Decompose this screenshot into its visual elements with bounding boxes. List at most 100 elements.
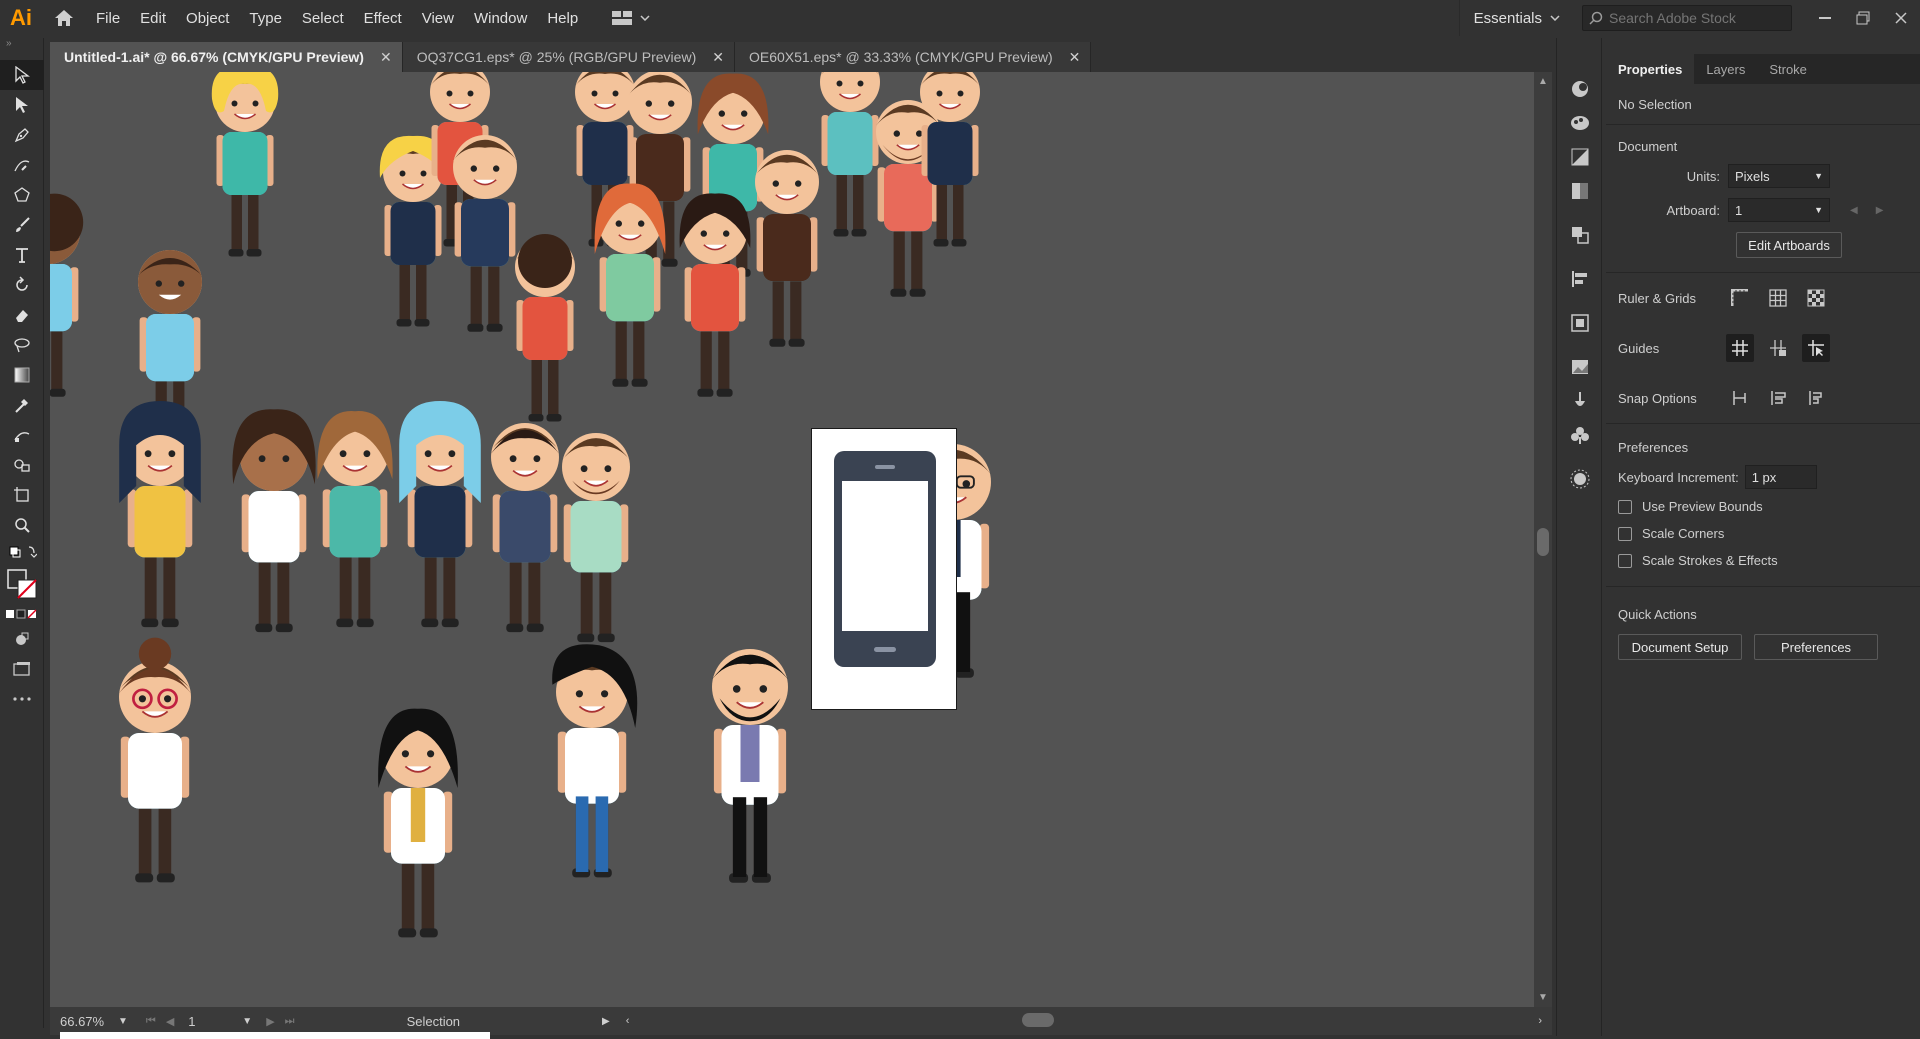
- home-icon[interactable]: [42, 0, 86, 36]
- pen-tool[interactable]: [0, 120, 44, 150]
- character[interactable]: [679, 193, 751, 398]
- gradient-tool[interactable]: [0, 360, 44, 390]
- blend-tool[interactable]: [0, 420, 44, 450]
- color-mode-buttons[interactable]: [0, 604, 44, 624]
- character[interactable]: [561, 432, 631, 643]
- pathfinder-icon[interactable]: [1557, 218, 1603, 252]
- appearance-panel-icon[interactable]: [1557, 462, 1603, 496]
- checkbox[interactable]: [1618, 526, 1632, 541]
- lock-guides-toggle[interactable]: [1764, 334, 1792, 362]
- vertical-scroll-thumb[interactable]: [1537, 528, 1549, 556]
- eyedropper-tool[interactable]: [0, 390, 44, 420]
- scale-strokes-checkbox[interactable]: Scale Strokes & Effects: [1618, 553, 1908, 568]
- color-panel-icon[interactable]: [1557, 72, 1603, 106]
- image-trace-icon[interactable]: [1557, 350, 1603, 384]
- snap-to-grid-toggle[interactable]: [1764, 384, 1792, 412]
- units-dropdown[interactable]: Pixels ▼: [1728, 164, 1830, 188]
- keyboard-increment-field[interactable]: 1 px: [1744, 465, 1817, 489]
- document-setup-button[interactable]: Document Setup: [1618, 634, 1742, 660]
- zoom-tool[interactable]: [0, 510, 44, 540]
- menu-window[interactable]: Window: [464, 0, 537, 36]
- character[interactable]: [399, 401, 481, 628]
- paintbrush-tool[interactable]: [0, 210, 44, 240]
- symbols-panel-icon[interactable]: [1557, 418, 1603, 452]
- character-illustrations[interactable]: [50, 72, 1534, 1007]
- preferences-button[interactable]: Preferences: [1754, 634, 1878, 660]
- brushes-panel-icon[interactable]: [1557, 384, 1603, 418]
- doctor-character[interactable]: [378, 708, 458, 939]
- rotate-tool[interactable]: [0, 270, 44, 300]
- tab-layers[interactable]: Layers: [1694, 54, 1757, 84]
- doctor-character[interactable]: [118, 637, 192, 884]
- horizontal-scroll-thumb[interactable]: [1022, 1013, 1054, 1027]
- status-menu-icon[interactable]: ▶: [602, 1016, 610, 1027]
- direct-selection-tool[interactable]: [0, 90, 44, 120]
- scale-corners-checkbox[interactable]: Scale Corners: [1618, 526, 1908, 541]
- grid-toggle[interactable]: [1764, 284, 1792, 312]
- next-artboard-icon[interactable]: ▶: [1876, 205, 1884, 216]
- free-transform-tool[interactable]: [0, 330, 44, 360]
- snap-to-point-toggle[interactable]: [1726, 384, 1754, 412]
- menu-help[interactable]: Help: [537, 0, 588, 36]
- first-artboard-icon[interactable]: ⏮: [146, 1015, 156, 1028]
- character[interactable]: [514, 234, 576, 423]
- symbol-sprayer-tool[interactable]: [0, 450, 44, 480]
- tab-untitled-1[interactable]: Untitled-1.ai* @ 66.67% (CMYK/GPU Previe…: [50, 42, 403, 72]
- doctor-character[interactable]: [552, 644, 638, 879]
- arrange-documents-button[interactable]: [612, 0, 650, 36]
- fill-stroke-selector[interactable]: [0, 564, 44, 604]
- tab-oq37cg1[interactable]: OQ37CG1.eps* @ 25% (RGB/GPU Preview) ✕: [402, 42, 735, 72]
- restore-button[interactable]: [1844, 0, 1882, 36]
- menu-effect[interactable]: Effect: [354, 0, 412, 36]
- previous-artboard-icon[interactable]: ◀: [166, 1015, 174, 1028]
- snap-to-pixel-toggle[interactable]: [1802, 384, 1830, 412]
- vertical-scrollbar[interactable]: ▲ ▼: [1534, 72, 1552, 1007]
- character[interactable]: [594, 183, 666, 388]
- curvature-tool[interactable]: [0, 150, 44, 180]
- workspace-switcher[interactable]: Essentials: [1458, 0, 1574, 36]
- scroll-right-icon[interactable]: ›: [1538, 1015, 1542, 1027]
- menu-file[interactable]: File: [86, 0, 130, 36]
- color-guide-icon[interactable]: [1557, 106, 1603, 140]
- character[interactable]: [119, 401, 201, 628]
- stock-search-field[interactable]: [1582, 5, 1792, 31]
- menu-edit[interactable]: Edit: [130, 0, 176, 36]
- transparency-panel-icon[interactable]: [1557, 174, 1603, 208]
- menu-type[interactable]: Type: [239, 0, 292, 36]
- fill-stroke-swap[interactable]: [0, 540, 44, 564]
- character[interactable]: [490, 422, 560, 633]
- checkbox[interactable]: [1618, 553, 1632, 568]
- collapse-toolbar-icon[interactable]: »: [0, 38, 43, 52]
- doctor-character[interactable]: [711, 648, 789, 884]
- checkbox[interactable]: [1618, 499, 1632, 514]
- close-icon[interactable]: ✕: [380, 49, 392, 66]
- menu-object[interactable]: Object: [176, 0, 239, 36]
- tab-properties[interactable]: Properties: [1606, 54, 1695, 84]
- character[interactable]: [754, 149, 820, 348]
- scroll-left-icon[interactable]: ‹: [626, 1015, 630, 1027]
- artboard-dropdown[interactable]: 1 ▼: [1728, 198, 1830, 222]
- stock-search-input[interactable]: [1609, 10, 1779, 26]
- tab-stroke[interactable]: Stroke: [1757, 54, 1819, 84]
- edit-toolbar-button[interactable]: [0, 684, 44, 714]
- next-artboard-icon[interactable]: ▶: [266, 1015, 274, 1028]
- edit-artboards-button[interactable]: Edit Artboards: [1736, 232, 1842, 258]
- zoom-level[interactable]: 66.67%: [50, 1014, 110, 1029]
- transform-panel-icon[interactable]: [1557, 306, 1603, 340]
- tab-oe60x51[interactable]: OE60X51.eps* @ 33.33% (CMYK/GPU Preview)…: [734, 42, 1092, 72]
- chevron-down-icon[interactable]: ▼: [118, 1016, 128, 1027]
- type-tool[interactable]: [0, 240, 44, 270]
- gradient-panel-icon[interactable]: [1557, 140, 1603, 174]
- artboard-number[interactable]: 1: [188, 1014, 228, 1029]
- close-icon[interactable]: ✕: [712, 49, 724, 66]
- character[interactable]: [317, 411, 393, 628]
- close-window-button[interactable]: [1882, 0, 1920, 36]
- shape-tool[interactable]: [0, 180, 44, 210]
- menu-view[interactable]: View: [412, 0, 464, 36]
- smart-guides-toggle[interactable]: [1802, 334, 1830, 362]
- menu-select[interactable]: Select: [292, 0, 354, 36]
- selection-tool[interactable]: [0, 60, 44, 90]
- eraser-tool[interactable]: [0, 300, 44, 330]
- show-guides-toggle[interactable]: [1726, 334, 1754, 362]
- close-icon[interactable]: ✕: [1069, 49, 1081, 66]
